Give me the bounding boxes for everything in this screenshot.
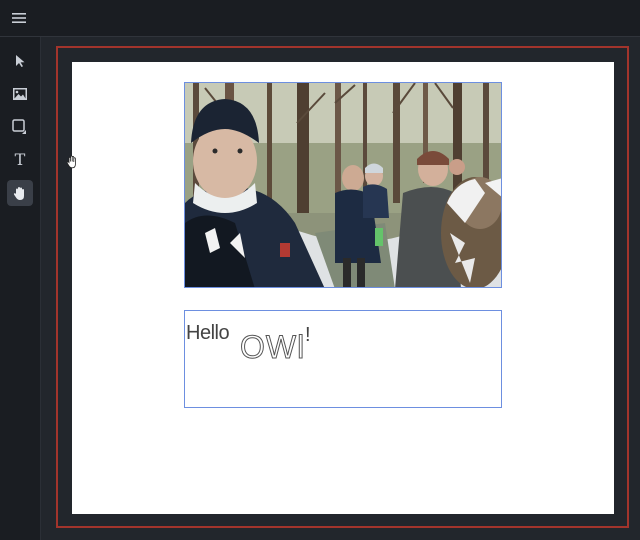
- text-owl: OWl: [239, 329, 306, 366]
- pointer-icon: [16, 55, 25, 67]
- select-tool-button[interactable]: [7, 48, 33, 74]
- hand-icon: [13, 186, 24, 200]
- tool-sidebar: T: [0, 37, 41, 540]
- pan-tool-button[interactable]: [7, 180, 33, 206]
- hand-cursor-icon: [66, 155, 76, 169]
- shape-tool-button[interactable]: [7, 114, 33, 140]
- text-tool-button[interactable]: T: [7, 147, 33, 173]
- text-icon: T: [14, 150, 26, 169]
- photo-element[interactable]: [184, 82, 502, 288]
- image-tool-button[interactable]: [7, 81, 33, 107]
- image-icon: [13, 88, 27, 100]
- menu-button[interactable]: [8, 8, 30, 28]
- text-box-element[interactable]: Hello OWl !: [184, 310, 502, 408]
- menu-icon: [12, 13, 26, 23]
- top-bar: [0, 0, 640, 37]
- square-icon: [12, 119, 26, 134]
- text-hello: Hello: [186, 322, 230, 344]
- text-exclamation: !: [305, 324, 311, 346]
- group-selfie-photo: [185, 83, 501, 287]
